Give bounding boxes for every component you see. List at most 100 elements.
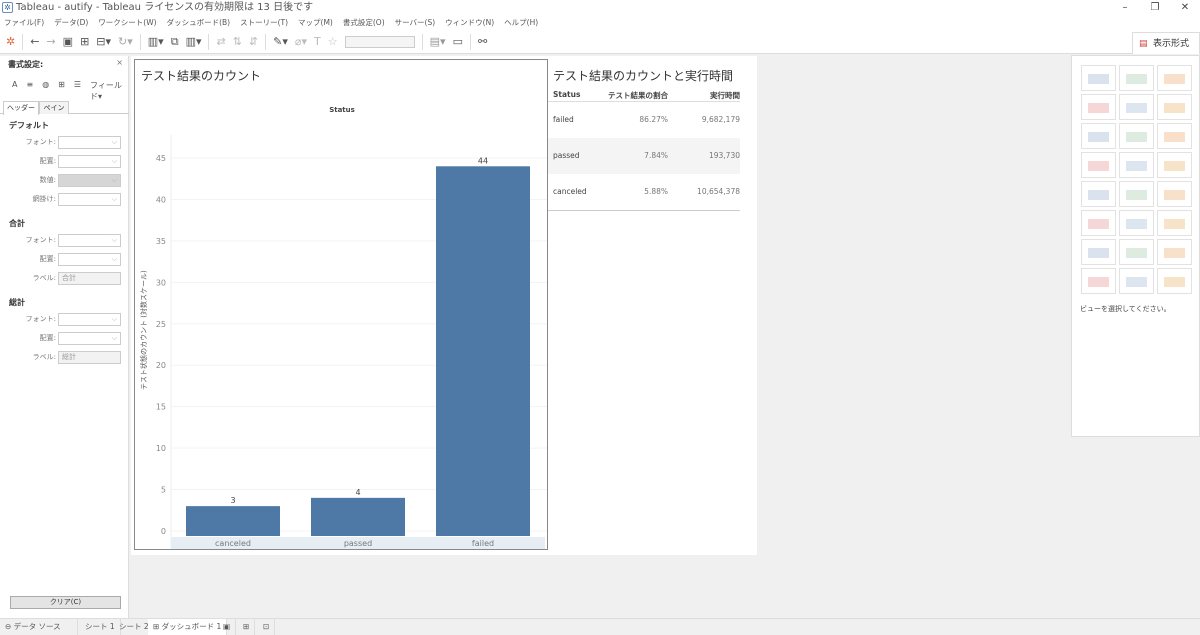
sort-asc-icon[interactable]: ⇅ [233, 35, 242, 48]
side-by-side-circles-chart-type-icon[interactable] [1157, 152, 1192, 178]
minimize-button[interactable]: – [1110, 0, 1140, 16]
side-by-side-bars-chart-type-icon[interactable] [1157, 123, 1192, 149]
borders-icon[interactable]: ⊞ [58, 80, 65, 102]
section-title: 総計 [9, 298, 25, 307]
highlight-table-chart-type-icon[interactable] [1157, 65, 1192, 91]
format-dropdown[interactable]: ⌵ [58, 155, 121, 168]
table-cell: canceled [553, 187, 587, 196]
maximize-button[interactable]: ❐ [1140, 0, 1170, 16]
format-dropdown[interactable]: ⌵ [58, 332, 121, 345]
clear-sheet-icon[interactable]: ▥▾ [186, 35, 202, 48]
line-discrete-chart-type-icon[interactable] [1119, 181, 1154, 207]
horizontal-bars-chart-type-icon[interactable] [1081, 123, 1116, 149]
menu-format[interactable]: 書式設定(O) [343, 16, 385, 30]
fit-dropdown[interactable] [344, 35, 415, 48]
filled-map-chart-type-icon[interactable] [1119, 94, 1154, 120]
show-cards-icon[interactable]: ▤▾ [430, 35, 446, 48]
bar-data-label: 4 [355, 488, 360, 497]
dual-combination-chart-type-icon[interactable] [1157, 210, 1192, 236]
refresh-icon[interactable]: ↻▾ [118, 35, 133, 48]
line-continuous-chart-type-icon[interactable] [1081, 181, 1116, 207]
pause-updates-icon[interactable]: ⊟▾ [96, 35, 111, 48]
format-row-label: フォント: [25, 236, 56, 244]
bar [436, 166, 530, 536]
format-dropdown[interactable]: ⌵ [58, 313, 121, 326]
new-datasource-icon[interactable]: ⊞ [80, 35, 89, 48]
show-me-tab[interactable]: ▤ 表示形式 [1132, 32, 1200, 54]
treemap-chart-type-icon[interactable] [1081, 152, 1116, 178]
menu-map[interactable]: マップ(M) [298, 16, 333, 30]
text-table-chart-type-icon[interactable] [1081, 65, 1116, 91]
symbol-map-chart-type-icon[interactable] [1081, 94, 1116, 120]
swap-icon[interactable]: ⇄ [216, 35, 225, 48]
undo-icon[interactable]: ← [30, 35, 39, 48]
presentation-icon[interactable]: ▭ [453, 35, 463, 48]
bar-chart-sheet[interactable]: テスト結果のカウント Status テスト状態のカウント (対数スケール) 05… [134, 59, 548, 550]
bullet-graph-chart-type-icon[interactable] [1119, 268, 1154, 294]
menu-help[interactable]: ヘルプ(H) [504, 16, 538, 30]
tab-pane[interactable]: ペイン [39, 101, 69, 114]
new-story-tab-icon[interactable]: ⊡ [258, 619, 276, 635]
format-dropdown[interactable]: ⌵ [58, 174, 121, 187]
lines-icon[interactable]: ☰ [74, 80, 81, 102]
bar-data-label: 44 [478, 156, 488, 165]
save-icon[interactable]: ▣ [63, 35, 73, 48]
dual-lines-chart-type-icon[interactable] [1157, 181, 1192, 207]
format-dropdown[interactable]: ⌵ [58, 136, 121, 149]
menu-server[interactable]: サーバー(S) [395, 16, 436, 30]
label-input[interactable]: 総計 [58, 351, 121, 364]
clear-button[interactable]: クリア(C) [10, 596, 121, 609]
histogram-chart-type-icon[interactable] [1119, 239, 1154, 265]
menu-window[interactable]: ウィンドウ(N) [445, 16, 494, 30]
new-dashboard-tab-icon[interactable]: ⊞ [238, 619, 256, 635]
fields-dropdown[interactable]: フィールド▾ [90, 80, 128, 102]
area-continuous-chart-type-icon[interactable] [1081, 210, 1116, 236]
stacked-bars-chart-type-icon[interactable] [1119, 123, 1154, 149]
label-input[interactable]: 合計 [58, 272, 121, 285]
tableau-home-icon[interactable]: ✲ [6, 35, 15, 48]
tab-header[interactable]: ヘッダー [3, 101, 39, 115]
font-format-icon[interactable]: A [12, 80, 17, 102]
menu-worksheet[interactable]: ワークシート(W) [98, 16, 156, 30]
pie-chart-chart-type-icon[interactable] [1157, 94, 1192, 120]
tab-dashboard-1[interactable]: ⊞ ダッシュボード 1 [148, 619, 228, 635]
alignment-icon[interactable]: ≡ [26, 80, 33, 102]
pin-icon[interactable]: ☆ [328, 35, 338, 48]
menu-dashboard[interactable]: ダッシュボード(B) [167, 16, 231, 30]
label-icon[interactable]: T [314, 35, 321, 48]
close-button[interactable]: ✕ [1170, 0, 1200, 16]
area-discrete-chart-type-icon[interactable] [1119, 210, 1154, 236]
gantt-chart-chart-type-icon[interactable] [1081, 268, 1116, 294]
tab-data-source[interactable]: ⊖ データ ソース [0, 619, 78, 635]
highlight-icon[interactable]: ✎▾ [273, 35, 288, 48]
heat-map-chart-type-icon[interactable] [1119, 65, 1154, 91]
group-icon[interactable]: ⌀▾ [295, 35, 307, 48]
box-plot-chart-type-icon[interactable] [1157, 239, 1192, 265]
format-row: 配置: ⌵ [0, 155, 129, 168]
new-worksheet-icon[interactable]: ▥▾ [148, 35, 164, 48]
sort-desc-icon[interactable]: ⇵ [249, 35, 258, 48]
scatter-plot-chart-type-icon[interactable] [1081, 239, 1116, 265]
menu-data[interactable]: データ(D) [54, 16, 88, 30]
duplicate-icon[interactable]: ⧉ [171, 35, 179, 49]
format-dropdown[interactable]: ⌵ [58, 253, 121, 266]
y-tick-label: 30 [156, 278, 166, 287]
y-tick-label: 40 [156, 195, 166, 204]
table-row[interactable]: passed 7.84% 193,730 [548, 138, 740, 174]
close-panel-icon[interactable]: × [116, 58, 123, 67]
table-row[interactable]: canceled 5.88% 10,654,378 [548, 174, 740, 210]
format-dropdown[interactable]: ⌵ [58, 234, 121, 247]
format-dropdown[interactable]: ⌵ [58, 193, 121, 206]
menu-story[interactable]: ストーリー(T) [240, 16, 288, 30]
table-header: Status テスト結果の割合 実行時間 [548, 89, 740, 101]
new-worksheet-tab-icon[interactable]: ▣ [218, 619, 237, 635]
redo-icon[interactable]: → [46, 35, 55, 48]
shading-icon[interactable]: ◍ [42, 80, 49, 102]
summary-table-sheet[interactable]: テスト結果のカウントと実行時間 Status テスト結果の割合 実行時間 failed… [548, 59, 748, 219]
menu-file[interactable]: ファイル(F) [4, 16, 44, 30]
share-icon[interactable]: ⚯ [478, 35, 487, 48]
table-row[interactable]: failed 86.27% 9,682,179 [548, 102, 740, 138]
circle-view-chart-type-icon[interactable] [1119, 152, 1154, 178]
packed-bubbles-chart-type-icon[interactable] [1157, 268, 1192, 294]
sheet-tabs-bar: ⊖ データ ソース シート 1 シート 2 ⊞ ダッシュボード 1 ▣ ⊞ ⊡ [0, 618, 1200, 635]
